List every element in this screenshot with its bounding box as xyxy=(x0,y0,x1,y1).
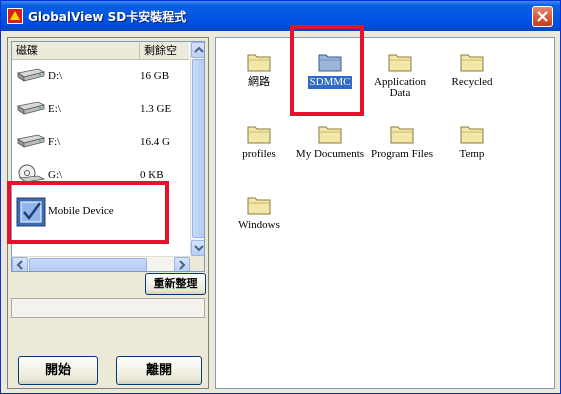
folder-application-data[interactable]: Application Data xyxy=(363,52,437,112)
installer-window: GlobalView SD卡安裝程式 磁碟 剩餘空 D:\ 16 GB E:\ … xyxy=(0,0,561,394)
folder-icon xyxy=(390,126,414,144)
drive-label: E:\ xyxy=(48,103,61,115)
folder-label: Temp xyxy=(459,148,485,160)
folder-program-files[interactable]: Program Files xyxy=(362,124,442,184)
chevron-right-icon xyxy=(179,260,186,270)
scroll-left-button[interactable] xyxy=(12,257,28,271)
folder-label: 網路 xyxy=(248,76,270,88)
drive-row-d[interactable]: D:\ 16 GB xyxy=(12,62,189,92)
hard-drive-icon xyxy=(16,68,46,82)
chevron-up-icon xyxy=(194,46,204,53)
window-title: GlobalView SD卡安裝程式 xyxy=(28,10,187,24)
folder-icon xyxy=(388,54,412,72)
folder-temp[interactable]: Temp xyxy=(435,124,509,184)
drive-row-e[interactable]: E:\ 1.3 GE xyxy=(12,95,189,125)
vertical-scroll-thumb[interactable] xyxy=(192,59,204,238)
drive-label: G:\ xyxy=(48,169,63,181)
folder-icon xyxy=(247,54,271,72)
close-icon xyxy=(537,11,548,22)
drive-free-space: 0 KB xyxy=(140,169,164,181)
folder-network[interactable]: 網路 xyxy=(222,52,296,112)
exit-button[interactable]: 離開 xyxy=(116,356,202,385)
folder-label: profiles xyxy=(242,148,276,160)
vertical-scrollbar[interactable] xyxy=(190,42,204,256)
scroll-down-button[interactable] xyxy=(191,240,204,256)
folder-icon xyxy=(460,126,484,144)
drive-label: F:\ xyxy=(48,136,61,148)
folder-label: Program Files xyxy=(370,148,434,160)
horizontal-scroll-thumb[interactable] xyxy=(29,258,147,271)
chevron-left-icon xyxy=(16,260,23,270)
column-header-disk[interactable]: 磁碟 xyxy=(12,43,140,59)
refresh-button[interactable]: 重新整理 xyxy=(145,273,206,295)
start-button[interactable]: 開始 xyxy=(18,356,98,385)
scrollbar-corner xyxy=(190,256,204,271)
hard-drive-icon xyxy=(16,134,46,148)
scroll-right-button[interactable] xyxy=(174,257,190,271)
folder-my-documents[interactable]: My Documents xyxy=(288,124,372,184)
drive-free-space: 1.3 GE xyxy=(140,103,172,115)
progress-bar xyxy=(11,298,205,318)
folder-windows[interactable]: Windows xyxy=(222,195,296,255)
close-button[interactable] xyxy=(532,6,553,27)
list-header: 磁碟 剩餘空 xyxy=(12,42,189,60)
chevron-down-icon xyxy=(194,245,204,252)
highlight-box-sdmmc xyxy=(290,25,364,116)
folder-icon xyxy=(460,54,484,72)
horizontal-scrollbar[interactable] xyxy=(12,256,190,271)
drive-free-space: 16.4 G xyxy=(140,136,170,148)
app-icon xyxy=(7,8,23,24)
folder-view[interactable]: 網路 SDMMC Application Data Recycled profi… xyxy=(215,37,555,389)
folder-label: My Documents xyxy=(295,148,365,160)
column-header-remaining[interactable]: 剩餘空 xyxy=(140,43,189,59)
folder-label: Application Data xyxy=(374,76,426,99)
folder-profiles[interactable]: profiles xyxy=(222,124,296,184)
scroll-up-button[interactable] xyxy=(191,42,204,58)
hard-drive-icon xyxy=(16,101,46,115)
folder-label: Recycled xyxy=(451,76,493,88)
highlight-box-mobile-device xyxy=(7,181,169,244)
drive-label: D:\ xyxy=(48,70,63,82)
title-bar[interactable]: GlobalView SD卡安裝程式 xyxy=(1,1,560,31)
folder-label: Windows xyxy=(238,219,280,231)
drive-row-f[interactable]: F:\ 16.4 G xyxy=(12,128,189,158)
drive-free-space: 16 GB xyxy=(140,70,170,82)
folder-icon xyxy=(247,126,271,144)
folder-icon xyxy=(247,197,271,215)
folder-icon xyxy=(318,126,342,144)
folder-recycled[interactable]: Recycled xyxy=(435,52,509,112)
